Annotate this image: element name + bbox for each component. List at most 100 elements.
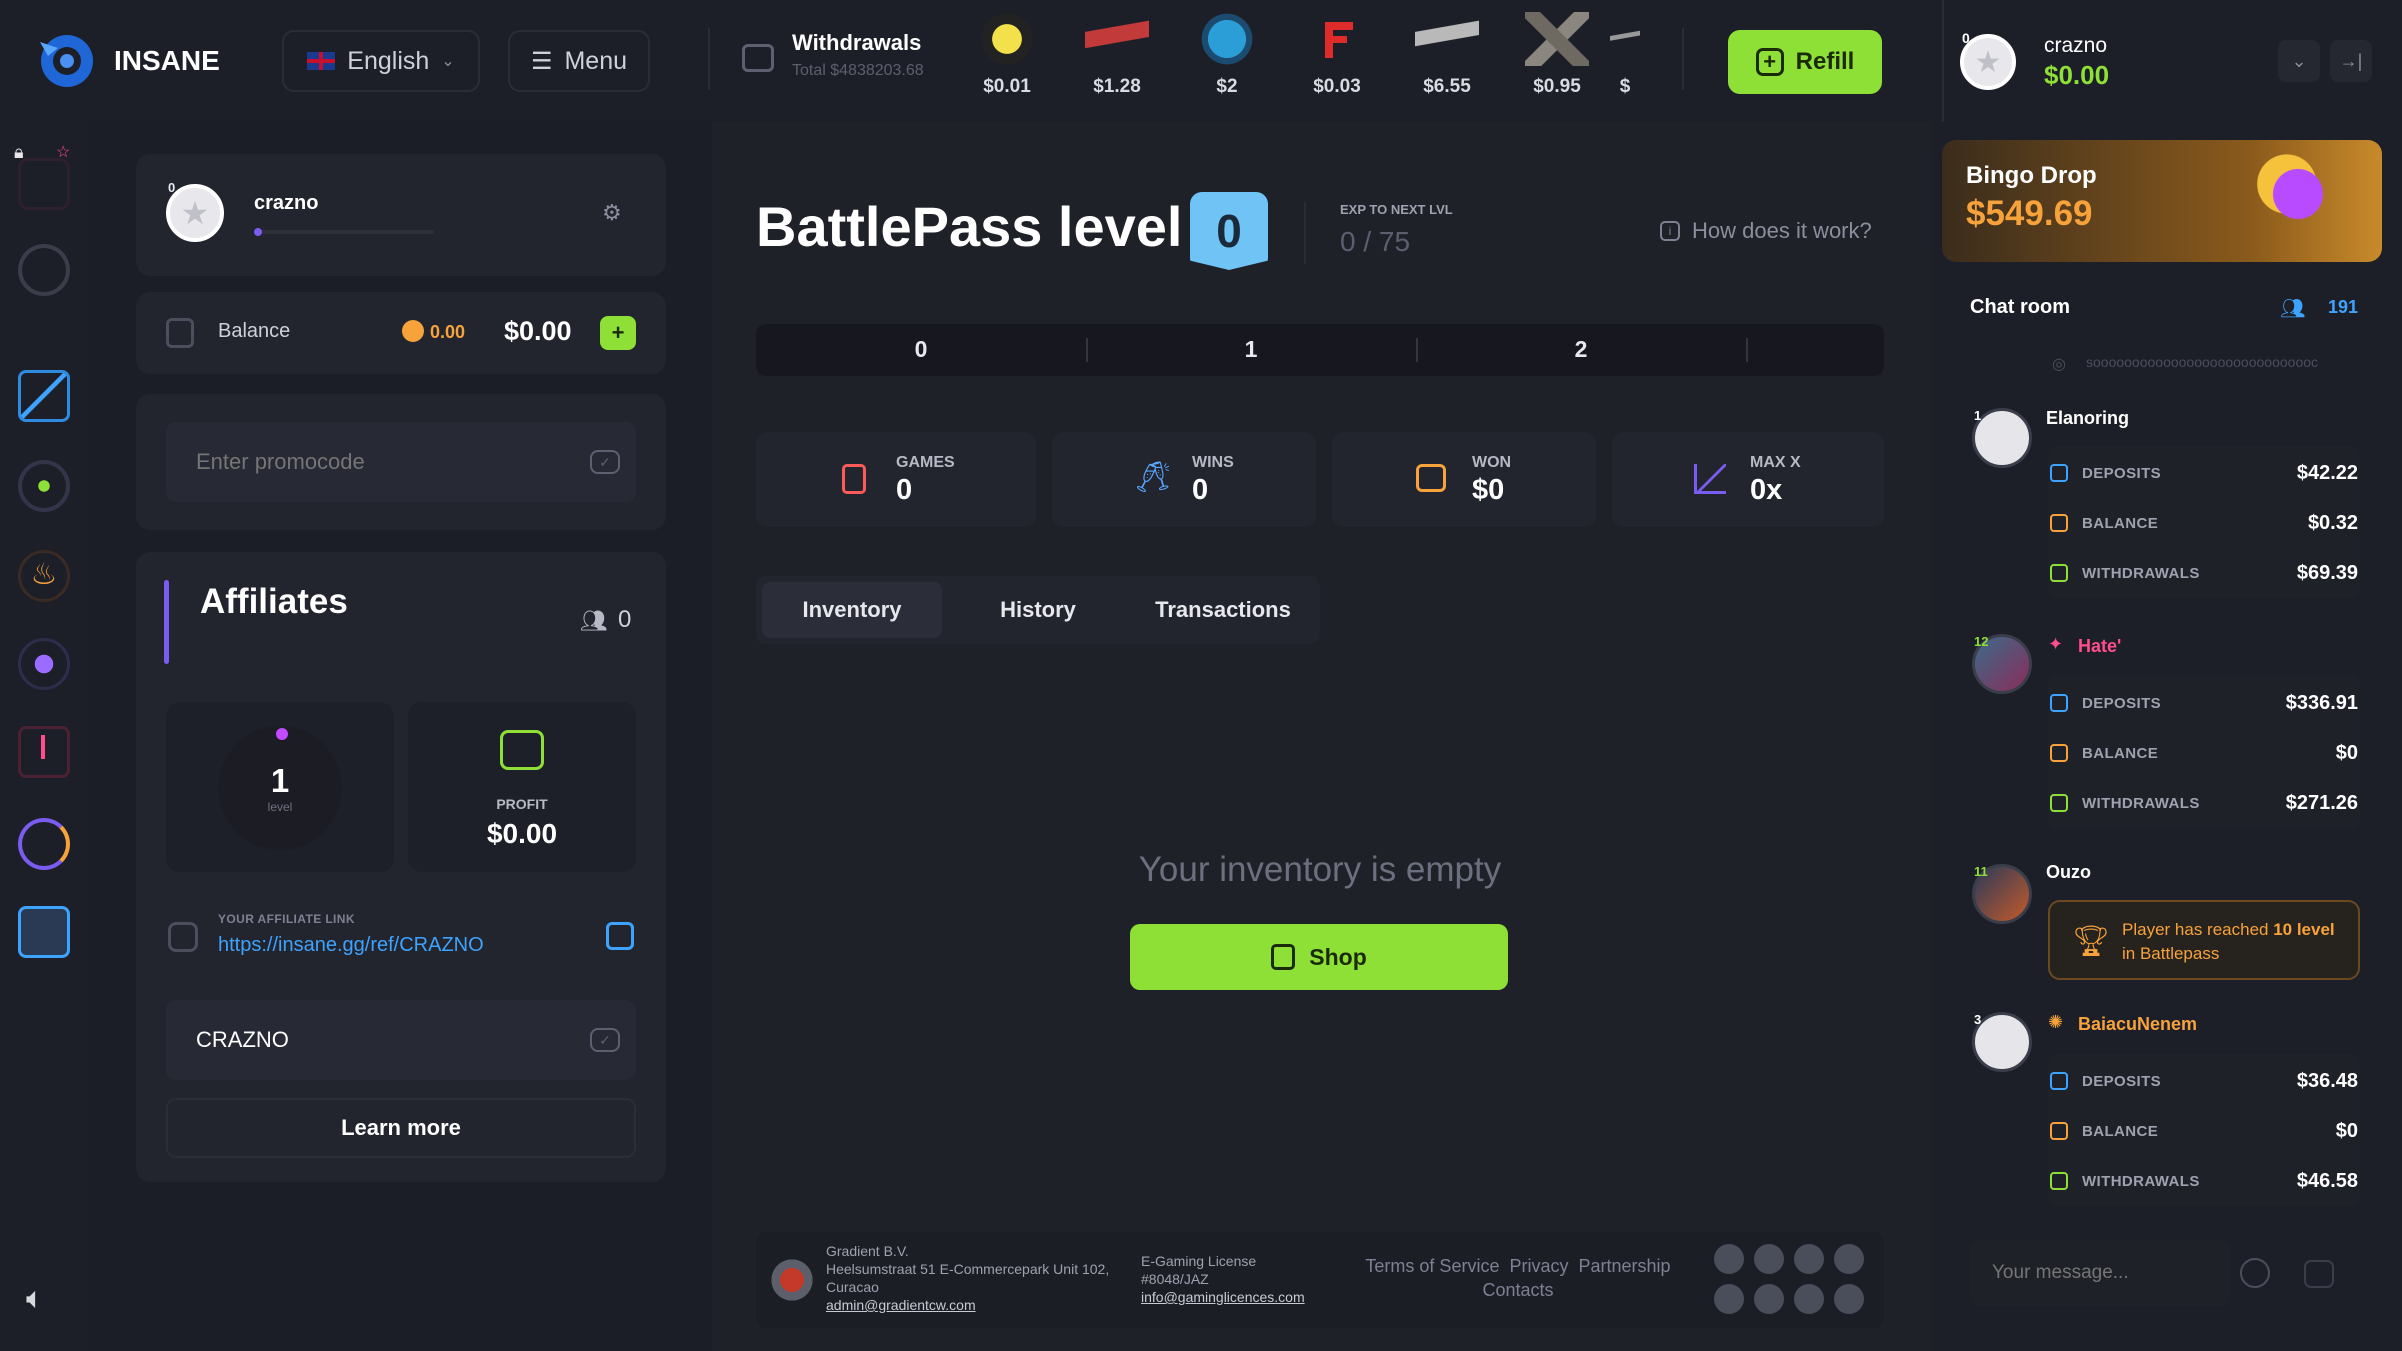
- facebook-icon[interactable]: [1834, 1244, 1864, 1274]
- battlepass-icon[interactable]: [18, 906, 70, 958]
- withdrawal-item[interactable]: $6.55: [1402, 12, 1492, 102]
- sound-icon[interactable]: 🔈︎: [26, 1282, 44, 1316]
- stat-row-withdrawals: WITHDRAWALS $271.26: [2050, 780, 2358, 826]
- chat-username[interactable]: Elanoring: [2046, 408, 2129, 429]
- how-it-works-link[interactable]: i How does it work?: [1660, 218, 1872, 244]
- withdrawal-price: $0.01: [983, 76, 1031, 97]
- level-badge: 0: [1962, 30, 1970, 46]
- referrals-count: 0: [618, 606, 632, 633]
- twitter-icon[interactable]: [1754, 1284, 1784, 1314]
- fire-game-icon[interactable]: ♨: [18, 550, 70, 602]
- stat-row-withdrawals: WITHDRAWALS $46.58: [2050, 1158, 2358, 1204]
- settings-icon[interactable]: ⚙: [602, 200, 622, 226]
- user-dropdown-button[interactable]: ⌄: [2278, 40, 2320, 82]
- language-select[interactable]: English ⌄: [282, 30, 480, 92]
- withdrawal-item[interactable]: $0.01: [962, 12, 1052, 102]
- message-input[interactable]: [1992, 1258, 2212, 1288]
- brand-logo[interactable]: INSANE: [34, 30, 220, 92]
- withdrawal-item[interactable]: $1.28: [1072, 12, 1162, 102]
- company-address: Heelsumstraat 51 E-Commercepark Unit 102…: [826, 1261, 1110, 1277]
- deposit-icon: [2050, 694, 2068, 712]
- stat-value: $271.26: [2285, 791, 2358, 814]
- chevron-down-icon: ⌄: [441, 53, 455, 70]
- trophy-icon: 🏆︎: [2072, 925, 2111, 958]
- withdrawal-icon: [2050, 564, 2068, 582]
- chat-username[interactable]: Hate': [2078, 636, 2121, 657]
- header-user[interactable]: crazno $0.00: [2044, 34, 2109, 91]
- stat-label: WITHDRAWALS: [2082, 1172, 2200, 1190]
- crash-game-icon[interactable]: [18, 158, 70, 210]
- privacy-link[interactable]: Privacy: [1509, 1256, 1568, 1276]
- rifle-icon: [1085, 12, 1149, 66]
- stat-value: $42.22: [2296, 461, 2358, 484]
- withdrawal-price: $0.95: [1533, 76, 1581, 97]
- license-email[interactable]: info@gaminglicences.com: [1141, 1288, 1305, 1306]
- promocode-input[interactable]: [196, 446, 576, 478]
- chart-game-icon[interactable]: [18, 370, 70, 422]
- level-badge: 11: [1974, 864, 1988, 879]
- withdrawals-icon: [742, 44, 774, 72]
- chat-ticker: sooooooooooooooooooooooooooooc: [2086, 354, 2319, 370]
- roulette-game-icon[interactable]: [18, 460, 70, 512]
- copy-icon[interactable]: [606, 922, 634, 950]
- check-icon[interactable]: ✓: [590, 450, 620, 474]
- chat-username[interactable]: BaiacuNenem: [2078, 1014, 2197, 1035]
- tab-transactions[interactable]: Transactions: [1130, 582, 1316, 638]
- withdrawal-item[interactable]: $2: [1182, 12, 1272, 102]
- withdrawal-item[interactable]: $0.03: [1292, 12, 1382, 102]
- withdrawals-summary[interactable]: Withdrawals Total $4838203.68: [792, 30, 924, 80]
- tiktok-icon[interactable]: [1754, 1244, 1784, 1274]
- bag-game-icon[interactable]: [18, 726, 70, 778]
- affiliate-link[interactable]: https://insane.gg/ref/CRAZNO: [218, 934, 484, 957]
- withdrawal-item[interactable]: $0.95: [1512, 12, 1602, 102]
- tab-history[interactable]: History: [946, 582, 1130, 638]
- discord-icon[interactable]: [1794, 1284, 1824, 1314]
- info-icon: i: [1660, 221, 1680, 241]
- withdrawals-title: Withdrawals: [792, 30, 922, 55]
- stat-value: $46.58: [2296, 1169, 2358, 1192]
- affiliate-level-value: 1: [270, 762, 290, 799]
- terms-link[interactable]: Terms of Service: [1365, 1256, 1499, 1276]
- promocode-field[interactable]: ✓: [166, 422, 636, 502]
- send-icon[interactable]: [2304, 1260, 2334, 1288]
- chat-username[interactable]: Ouzo: [2046, 862, 2091, 883]
- coin-balance: 0.00: [430, 322, 466, 342]
- withdrawal-item[interactable]: $: [1610, 12, 1640, 102]
- company-email[interactable]: admin@gradientcw.com: [826, 1296, 1109, 1314]
- company-logo-icon: [766, 1258, 818, 1302]
- message-field[interactable]: [1970, 1240, 2230, 1306]
- stat-row-deposits: DEPOSITS $336.91: [2050, 680, 2358, 726]
- cases-game-icon[interactable]: [18, 638, 70, 690]
- line-chart-icon: [1694, 464, 1726, 494]
- refill-button[interactable]: + Refill: [1728, 30, 1882, 94]
- main-area: [712, 122, 1932, 1351]
- shopping-bag-icon: [1271, 944, 1296, 970]
- check-icon[interactable]: ✓: [590, 1028, 620, 1052]
- instagram-icon[interactable]: [1714, 1244, 1744, 1274]
- logout-button[interactable]: →|: [2330, 40, 2372, 82]
- stat-value: $36.48: [2296, 1069, 2358, 1092]
- stat-row-deposits: DEPOSITS $36.48: [2050, 1058, 2358, 1104]
- bingo-drop-banner[interactable]: Bingo Drop $549.69: [1942, 140, 2382, 262]
- partnership-link[interactable]: Partnership: [1579, 1256, 1671, 1276]
- chevron-down-icon: ⌄: [2291, 50, 2307, 71]
- step-label: 1: [1244, 336, 1258, 362]
- stat-value: 0: [1192, 474, 1209, 506]
- profile-card: ★ 0 crazno ⚙: [136, 154, 666, 276]
- menu-button[interactable]: ☰ Menu: [508, 30, 650, 92]
- affiliate-code-field[interactable]: CRAZNO ✓: [166, 1000, 636, 1080]
- withdrawal-price: $2: [1216, 76, 1238, 97]
- telegram-icon[interactable]: [1714, 1284, 1744, 1314]
- vk-icon[interactable]: [1794, 1244, 1824, 1274]
- wheel-game-icon[interactable]: [18, 818, 70, 870]
- emoji-icon[interactable]: [2240, 1258, 2270, 1288]
- learn-more-button[interactable]: Learn more: [166, 1098, 636, 1158]
- add-funds-button[interactable]: +: [600, 316, 636, 350]
- shop-button[interactable]: Shop: [1130, 924, 1508, 990]
- contacts-link[interactable]: Contacts: [1482, 1280, 1553, 1300]
- bomb-game-icon[interactable]: [18, 244, 70, 296]
- step-label: 0: [914, 336, 928, 362]
- reddit-icon[interactable]: [1834, 1284, 1864, 1314]
- tab-inventory[interactable]: Inventory: [762, 582, 942, 638]
- xp-progress-fill: [254, 228, 262, 236]
